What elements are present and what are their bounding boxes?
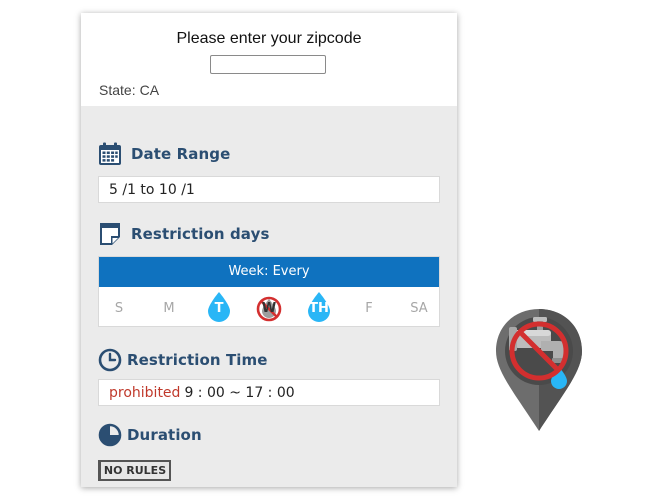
restriction-days-heading: Restriction days [98, 222, 269, 246]
restriction-details: Date Range 5 /1 to 10 /1 Restriction day… [81, 106, 457, 487]
calendar-icon [98, 142, 122, 166]
restriction-time-heading: Restriction Time [98, 348, 268, 372]
state-label: State: [99, 82, 136, 98]
no-water-faucet-pin-icon [493, 305, 585, 440]
state-display: State: CA [99, 82, 159, 98]
date-range-heading: Date Range [98, 142, 230, 166]
restriction-time-range: 9 : 00 ~ 17 : 00 [184, 385, 295, 401]
date-range-value: 5 /1 to 10 /1 [98, 176, 440, 203]
prohibited-label: prohibited [109, 385, 181, 401]
day-s[interactable]: S [106, 296, 132, 322]
duration-title: Duration [127, 426, 202, 444]
week-schedule: Week: Every S M T W TH F SA [98, 256, 440, 327]
day-label: M [163, 301, 175, 316]
day-t[interactable]: T [206, 292, 232, 322]
day-f[interactable]: F [356, 296, 382, 322]
day-label: SA [410, 301, 428, 316]
state-value: CA [139, 82, 160, 98]
day-sa[interactable]: SA [406, 296, 432, 322]
day-label: TH [309, 301, 329, 316]
zipcode-prompt: Please enter your zipcode [176, 30, 362, 47]
note-icon [98, 222, 122, 246]
day-label: T [214, 301, 224, 316]
zipcode-input[interactable] [210, 55, 326, 74]
restriction-time-value: prohibited 9 : 00 ~ 17 : 00 [98, 379, 440, 406]
day-row: S M T W TH F SA [99, 287, 439, 327]
zipcode-section: Please enter your zipcode State: CA [81, 13, 457, 106]
restriction-days-title: Restriction days [131, 225, 270, 243]
day-label: S [114, 301, 124, 316]
duration-badge: NO RULES [98, 460, 171, 481]
day-m[interactable]: M [156, 296, 182, 322]
duration-heading: Duration [98, 423, 202, 447]
day-w[interactable]: W [256, 296, 282, 322]
water-restriction-card: Please enter your zipcode State: CA Date… [81, 13, 457, 487]
pie-icon [98, 423, 122, 447]
clock-icon [98, 348, 122, 372]
date-range-title: Date Range [131, 145, 231, 163]
day-th[interactable]: TH [306, 292, 332, 322]
day-label: W [261, 301, 277, 316]
week-frequency-bar: Week: Every [99, 257, 439, 287]
restriction-time-title: Restriction Time [127, 351, 268, 369]
day-label: F [365, 301, 373, 316]
